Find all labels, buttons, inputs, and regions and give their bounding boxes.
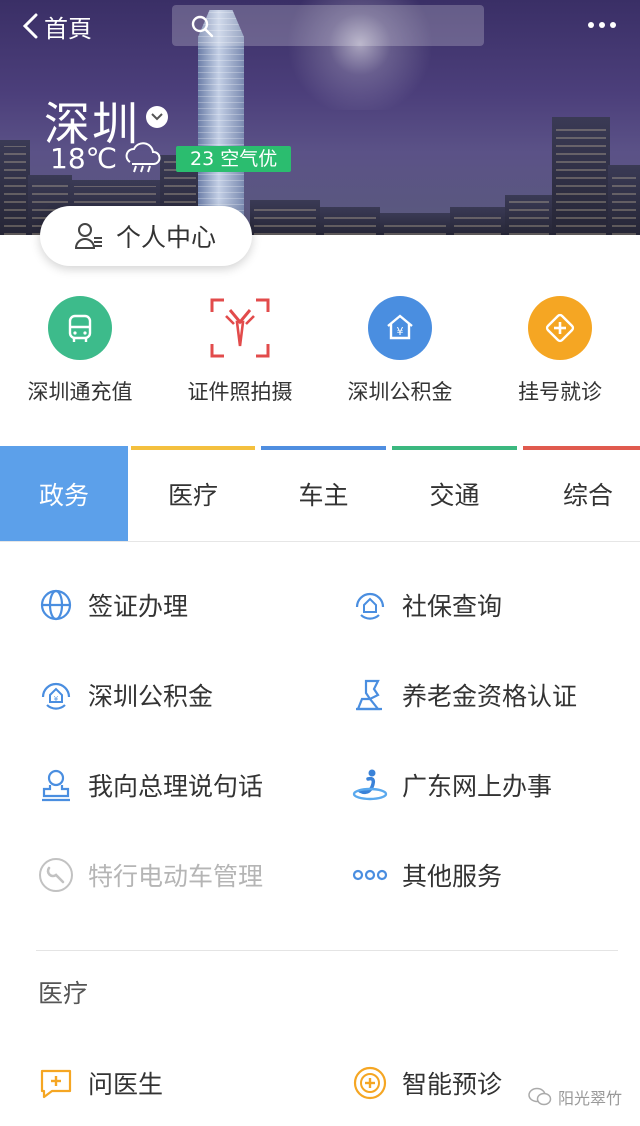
skyline-building	[505, 195, 553, 235]
tab-label: 医疗	[167, 480, 218, 510]
quick-action-housing-fund[interactable]: ¥ 深圳公积金	[320, 266, 480, 438]
service-label: 社保查询	[402, 592, 503, 621]
back-label: 首頁	[44, 14, 92, 43]
medical-services: 问医生 智能预诊	[0, 1040, 640, 1126]
category-tabs: 政务 医疗 车主 交通 综合	[0, 446, 640, 542]
service-smart-prediagnosis[interactable]: 智能预诊	[352, 1040, 502, 1126]
service-row: 我向总理说句话 广东网上办事	[0, 740, 640, 830]
service-row: ¥ 深圳公积金 养老金资格认证	[0, 650, 640, 740]
tab-color-bar	[131, 446, 255, 450]
tab-traffic[interactable]: 交通	[389, 446, 520, 541]
person-pension-icon	[356, 679, 382, 711]
user-card-icon	[74, 223, 102, 249]
section-divider	[36, 950, 618, 951]
more-dots-icon	[588, 22, 594, 28]
tab-label: 综合	[562, 480, 613, 510]
back-button[interactable]: 首頁	[22, 8, 92, 44]
tab-government[interactable]: 政务	[0, 446, 128, 541]
personal-center-button[interactable]: 个人中心	[40, 206, 252, 266]
service-other[interactable]: 其他服务	[0, 830, 502, 920]
more-options-button[interactable]	[588, 14, 628, 36]
service-label: 问医生	[88, 1070, 164, 1099]
search-input[interactable]	[172, 5, 484, 46]
service-ask-doctor[interactable]: 问医生	[38, 1040, 163, 1126]
quick-action-label: 深圳通充值	[27, 380, 133, 404]
skyline-building	[320, 207, 380, 235]
tab-label: 车主	[298, 480, 349, 510]
tab-color-bar	[392, 446, 517, 450]
quick-action-label: 挂号就诊	[518, 380, 602, 404]
temperature: 18℃	[50, 142, 118, 175]
city-select-button[interactable]	[146, 106, 168, 128]
quick-actions: 深圳通充值 证件照拍摄 ¥ 深圳公积金 挂号就诊	[0, 266, 640, 438]
plus-circle-icon	[353, 1066, 387, 1100]
housing-fund-icon: ¥	[368, 296, 432, 360]
skyline-building	[608, 165, 640, 235]
service-pension-certification[interactable]: 养老金资格认证	[0, 650, 577, 740]
tab-car-owner[interactable]: 车主	[258, 446, 389, 541]
guangdong-logo-icon	[352, 769, 388, 801]
wechat-icon	[528, 1087, 552, 1106]
watermark: 阳光翠竹	[528, 1085, 622, 1109]
tab-color-bar	[261, 446, 386, 450]
skyline-building	[552, 117, 610, 235]
quick-action-id-photo[interactable]: 证件照拍摄	[160, 266, 320, 438]
chevron-down-icon	[151, 113, 163, 121]
tab-label: 政务	[38, 480, 89, 510]
tab-label: 交通	[429, 480, 480, 510]
watermark-text: 阳光翠竹	[557, 1089, 622, 1108]
skyline-building	[450, 207, 505, 235]
more-dot	[610, 22, 616, 28]
service-grid: 签证办理 社保查询 ¥ 深圳公积金 养老金资格认证 我向总理说句话 广东网上办事…	[0, 560, 640, 920]
quick-action-label: 证件照拍摄	[187, 380, 293, 404]
skyline-building	[0, 140, 30, 235]
bus-icon	[48, 296, 112, 360]
cloud-rain-icon	[125, 142, 161, 173]
service-social-security[interactable]: 社保查询	[0, 560, 502, 650]
skyline-building	[380, 213, 450, 235]
section-title-medical: 医疗	[38, 979, 89, 1008]
quick-action-label: 深圳公积金	[347, 380, 453, 404]
service-label: 养老金资格认证	[402, 682, 578, 711]
more-dots-icon	[352, 869, 388, 881]
tab-medical[interactable]: 医疗	[128, 446, 258, 541]
skyline-building	[250, 200, 320, 235]
service-label: 广东网上办事	[402, 772, 553, 801]
service-guangdong-online[interactable]: 广东网上办事	[0, 740, 552, 830]
social-security-icon	[355, 592, 385, 620]
quick-action-transit-card[interactable]: 深圳通充值	[0, 266, 160, 438]
id-photo-icon	[208, 296, 272, 360]
medical-plus-icon	[528, 296, 592, 360]
tab-general[interactable]: 综合	[520, 446, 640, 541]
city-header-banner: 首頁 深圳 18℃ 23 空气优	[0, 0, 640, 235]
quick-action-registration[interactable]: 挂号就诊	[480, 266, 640, 438]
more-dot	[599, 22, 605, 28]
service-row: 签证办理 社保查询	[0, 560, 640, 650]
personal-center-label: 个人中心	[116, 223, 217, 252]
app-screen: 首頁 深圳 18℃ 23 空气优 个人中心 深圳通充值 证件照拍摄 ¥ 深圳公积…	[0, 0, 640, 1126]
service-label: 智能预诊	[402, 1070, 503, 1099]
chevron-left-icon	[22, 13, 38, 39]
service-label: 其他服务	[402, 862, 503, 891]
service-row: 特行电动车管理 其他服务	[0, 830, 640, 920]
svg-text:¥: ¥	[397, 325, 404, 338]
chat-plus-icon	[40, 1069, 72, 1099]
tab-color-bar	[523, 446, 640, 450]
search-icon	[191, 15, 214, 38]
air-quality-badge: 23 空气优	[176, 146, 292, 172]
